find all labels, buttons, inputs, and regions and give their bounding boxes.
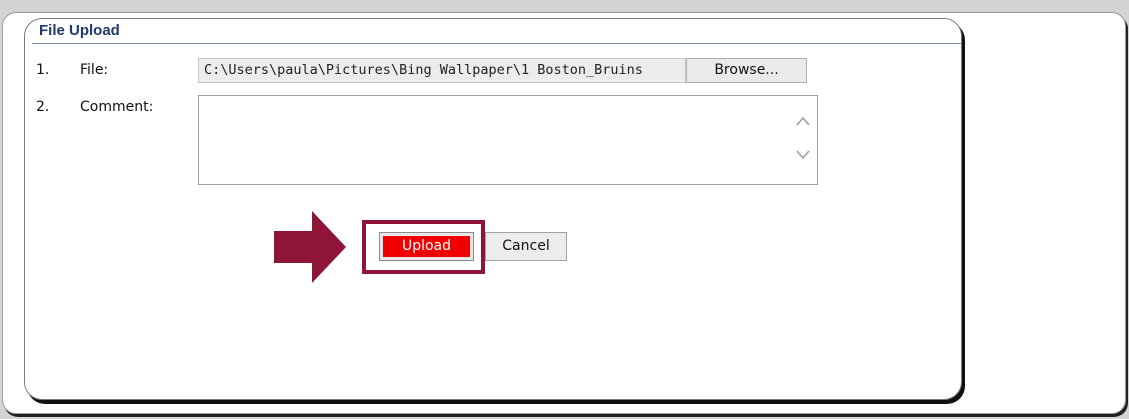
comment-textarea[interactable] — [198, 95, 818, 185]
arrow-right-icon — [274, 211, 346, 287]
upload-button[interactable]: Upload — [379, 232, 474, 261]
file-path-field[interactable]: C:\Users\paula\Pictures\Bing Wallpaper\1… — [198, 58, 686, 83]
row-number-file: 1. — [36, 62, 50, 78]
panel-title: File Upload — [39, 22, 120, 39]
scroll-up-icon[interactable] — [795, 114, 811, 130]
file-label: File: — [80, 62, 109, 78]
comment-label: Comment: — [80, 99, 154, 115]
scroll-down-icon[interactable] — [795, 148, 811, 164]
browse-button[interactable]: Browse... — [686, 58, 807, 83]
cancel-button[interactable]: Cancel — [485, 232, 567, 261]
row-number-comment: 2. — [36, 99, 50, 115]
title-divider — [32, 43, 962, 44]
upload-button-label: Upload — [383, 236, 470, 257]
